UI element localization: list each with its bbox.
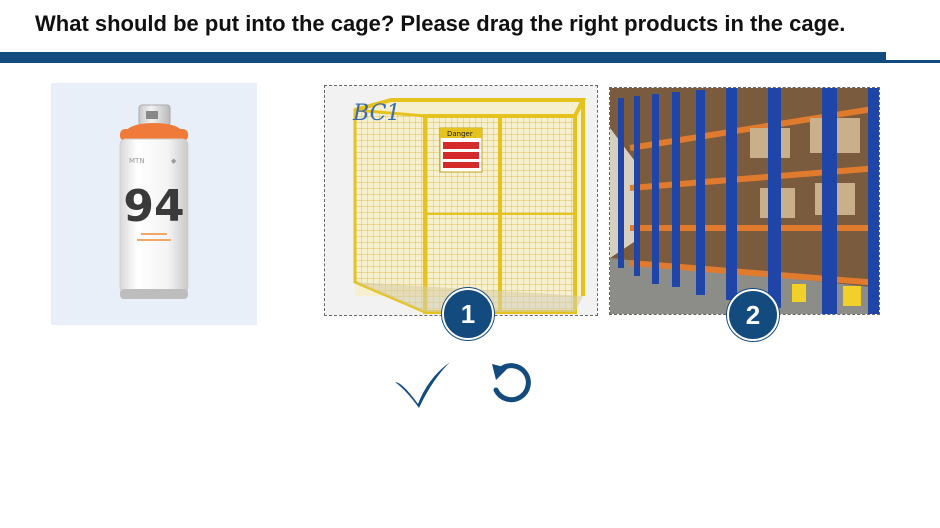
check-answer-button[interactable]: [392, 358, 452, 410]
target-2-number-badge: 2: [727, 289, 779, 341]
reset-button[interactable]: [488, 360, 536, 408]
target-1-number-badge: 1: [442, 288, 494, 340]
danger-sign-text: Danger: [447, 130, 473, 138]
header-divider: [0, 52, 886, 63]
question-text: What should be put into the cage? Please…: [35, 11, 846, 36]
yellow-mesh-cage-icon: BC1 Danger: [325, 86, 597, 315]
reset-arrow-icon: [492, 363, 531, 403]
warehouse-racking-icon: [610, 88, 879, 314]
cage-sign-text: BC1: [352, 101, 400, 126]
can-label-number: 94: [123, 181, 184, 232]
svg-text:◆: ◆: [171, 157, 177, 165]
header-divider-tail: [886, 60, 940, 63]
spray-can-draggable[interactable]: MTN ◆ 94: [51, 83, 257, 325]
checkmark-icon: [395, 362, 450, 408]
warehouse-drop-target[interactable]: [609, 87, 880, 315]
spray-can-icon: MTN ◆ 94: [119, 104, 189, 299]
cage-drop-target[interactable]: BC1 Danger: [324, 85, 598, 316]
svg-text:MTN: MTN: [129, 157, 145, 165]
